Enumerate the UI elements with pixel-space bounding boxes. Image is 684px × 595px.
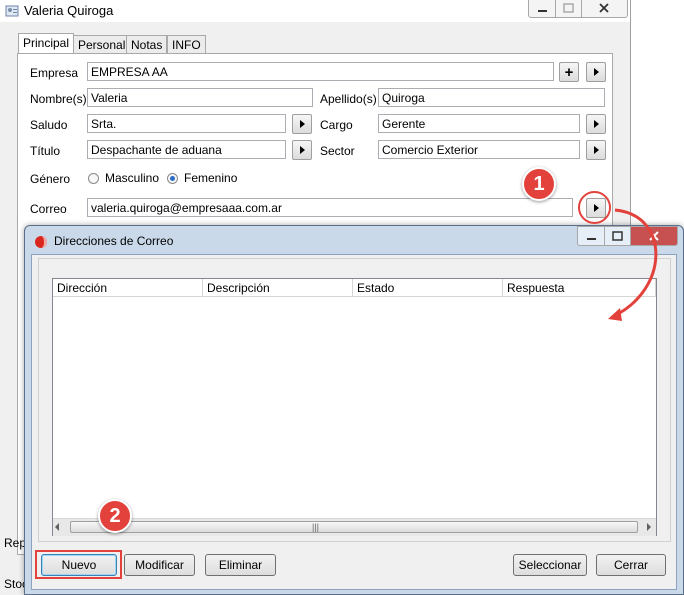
femenino-radio[interactable] <box>167 173 178 184</box>
sector-field[interactable]: Comercio Exterior <box>378 140 580 159</box>
cerrar-button[interactable]: Cerrar <box>596 554 666 576</box>
email-address-list[interactable]: Dirección Descripción Estado Respuesta |… <box>52 278 657 536</box>
close-icon <box>599 3 609 13</box>
eliminar-button[interactable]: Eliminar <box>205 554 276 576</box>
cargo-select-button[interactable] <box>586 114 606 134</box>
empresa-label: Empresa <box>30 66 79 80</box>
close-button[interactable] <box>581 0 628 18</box>
seleccionar-button[interactable]: Seleccionar <box>513 554 587 576</box>
saludo-field[interactable]: Srta. <box>87 114 286 133</box>
column-header-descripcion[interactable]: Descripción <box>203 279 353 297</box>
annotation-badge-step-1: 1 <box>522 167 556 201</box>
arrow-right-icon <box>593 68 599 76</box>
window-titlebar: Valeria Quiroga <box>0 0 630 22</box>
tab-info[interactable]: INFO <box>167 35 206 54</box>
column-header-estado[interactable]: Estado <box>353 279 503 297</box>
column-header-direccion[interactable]: Dirección <box>53 279 203 297</box>
titulo-select-button[interactable] <box>292 140 312 160</box>
sector-select-button[interactable] <box>586 140 606 160</box>
arrow-right-icon <box>299 146 305 154</box>
scrollbar-thumb[interactable]: ||| <box>70 521 638 533</box>
annotation-arrow <box>608 208 658 321</box>
masculino-radio[interactable] <box>88 173 99 184</box>
empresa-field[interactable]: EMPRESA AA <box>87 62 554 81</box>
cargo-field[interactable]: Gerente <box>378 114 580 133</box>
titulo-label: Título <box>30 144 61 158</box>
tab-personal[interactable]: Personal <box>73 35 131 54</box>
add-empresa-button[interactable]: + <box>559 62 579 82</box>
apellidos-label: Apellido(s) <box>320 92 377 106</box>
dialog-title: Direcciones de Correo <box>54 234 174 248</box>
dialog-app-icon <box>35 236 47 248</box>
background-rep-text: Rep <box>4 536 27 550</box>
titulo-field[interactable]: Despachante de aduana <box>87 140 286 159</box>
tab-principal[interactable]: Principal <box>18 33 75 55</box>
sector-label: Sector <box>320 144 355 158</box>
empresa-select-button[interactable] <box>586 62 606 82</box>
highlight-nuevo-frame <box>35 550 122 579</box>
nombres-field[interactable]: Valeria <box>87 88 313 107</box>
horizontal-scrollbar[interactable]: ||| <box>53 518 656 536</box>
minimize-button[interactable] <box>528 0 557 18</box>
maximize-button[interactable] <box>555 0 583 18</box>
apellidos-field[interactable]: Quiroga <box>378 88 605 107</box>
window-title: Valeria Quiroga <box>24 3 114 18</box>
masculino-label[interactable]: Masculino <box>105 171 159 185</box>
scroll-left-arrow[interactable] <box>55 523 59 531</box>
plus-icon: + <box>564 63 574 81</box>
saludo-select-button[interactable] <box>292 114 312 134</box>
annotation-badge-step-2: 2 <box>98 499 132 533</box>
arrow-right-icon <box>299 120 305 128</box>
arrow-right-icon <box>593 120 599 128</box>
cargo-label: Cargo <box>320 118 353 132</box>
maximize-icon <box>563 3 574 13</box>
modificar-button[interactable]: Modificar <box>124 554 195 576</box>
arrow-right-icon <box>593 146 599 154</box>
minimize-icon <box>538 10 547 12</box>
correo-field[interactable]: valeria.quiroga@empresaaa.com.ar <box>87 198 573 217</box>
contact-app-icon <box>5 5 19 17</box>
saludo-label: Saludo <box>30 118 68 132</box>
genero-label: Género <box>30 172 71 186</box>
femenino-label[interactable]: Femenino <box>184 171 237 185</box>
nombres-label: Nombre(s) <box>30 92 87 106</box>
correo-label: Correo <box>30 202 67 216</box>
scrollbar-grip-icon: ||| <box>312 522 320 532</box>
scroll-right-arrow[interactable] <box>647 523 651 531</box>
tab-notas[interactable]: Notas <box>126 35 168 54</box>
